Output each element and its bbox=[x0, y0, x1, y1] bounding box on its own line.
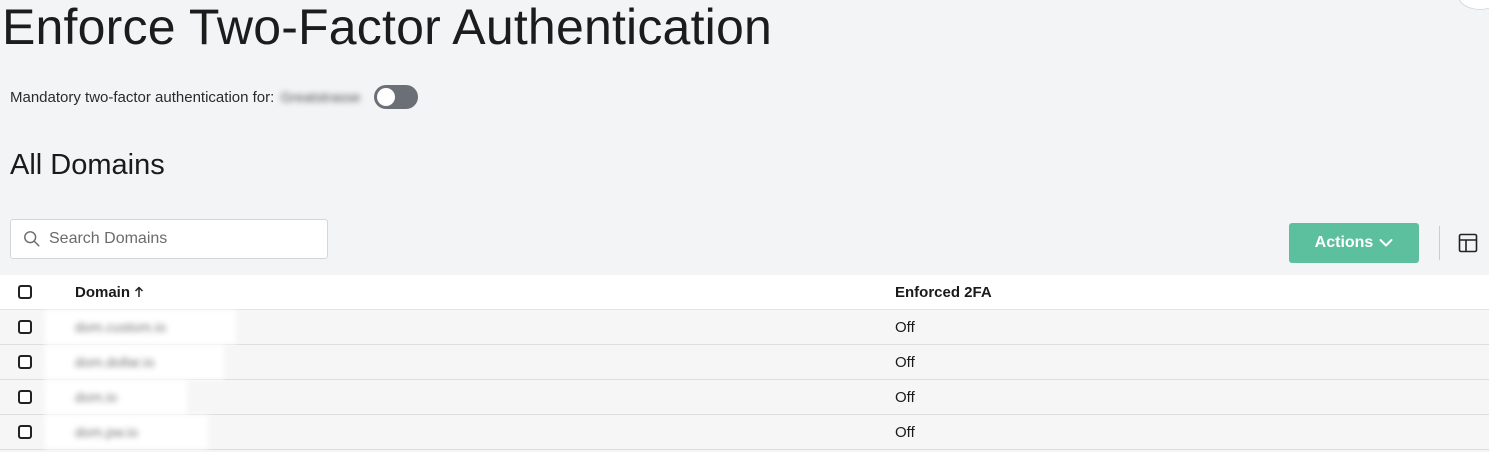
domain-name: dom.io bbox=[45, 380, 188, 414]
domain-cell: dom.pw.io bbox=[45, 415, 895, 449]
domain-name: dom.pw.io bbox=[45, 415, 209, 449]
mandatory-2fa-toggle[interactable] bbox=[374, 85, 419, 109]
organization-name: Greatstrasse bbox=[280, 89, 361, 105]
enforced-cell: Off bbox=[895, 318, 915, 336]
enforced-cell: Off bbox=[895, 423, 915, 441]
enforced-cell: Off bbox=[895, 353, 915, 371]
mandatory-2fa-label: Mandatory two-factor authentication for: bbox=[10, 88, 275, 106]
corner-control[interactable] bbox=[1457, 0, 1489, 10]
domain-cell: dom.io bbox=[45, 380, 895, 414]
toolbar-divider bbox=[1439, 226, 1440, 260]
section-heading-all-domains: All Domains bbox=[10, 149, 165, 181]
table-columns-icon[interactable] bbox=[1458, 233, 1478, 253]
enforced-column-header[interactable]: Enforced 2FA bbox=[895, 284, 992, 301]
enforced-cell: Off bbox=[895, 388, 915, 406]
page-title: Enforce Two-Factor Authentication bbox=[2, 0, 772, 55]
row-checkbox[interactable] bbox=[18, 320, 32, 334]
mandatory-2fa-row: Mandatory two-factor authentication for:… bbox=[10, 84, 419, 110]
search-input[interactable] bbox=[47, 229, 311, 249]
actions-button-label: Actions bbox=[1314, 234, 1374, 251]
table-row[interactable]: dom.io Off bbox=[0, 380, 1489, 415]
table-row[interactable]: dom.dollar.io Off bbox=[0, 345, 1489, 380]
chevron-down-icon bbox=[1379, 239, 1393, 247]
row-checkbox[interactable] bbox=[18, 390, 32, 404]
row-checkbox[interactable] bbox=[18, 355, 32, 369]
select-all-checkbox[interactable] bbox=[18, 285, 32, 299]
toggle-knob bbox=[377, 88, 396, 106]
domain-name: dom.dollar.io bbox=[45, 345, 225, 379]
table-header-row: Domain Enforced 2FA bbox=[0, 275, 1489, 310]
domain-cell: dom.dollar.io bbox=[45, 345, 895, 379]
row-checkbox[interactable] bbox=[18, 425, 32, 439]
search-box[interactable] bbox=[10, 219, 328, 259]
domain-column-label: Domain bbox=[75, 283, 131, 301]
actions-button[interactable]: Actions bbox=[1289, 223, 1419, 263]
domains-table: Domain Enforced 2FA dom.custom.io Off do… bbox=[0, 275, 1489, 450]
arrow-up-icon bbox=[134, 286, 144, 297]
domain-cell: dom.custom.io bbox=[45, 310, 895, 344]
domain-name: dom.custom.io bbox=[45, 310, 237, 344]
domain-column-header[interactable]: Domain bbox=[75, 275, 895, 309]
header-checkbox-cell bbox=[0, 285, 75, 299]
enforced-column-label: Enforced 2FA bbox=[895, 283, 992, 301]
search-icon bbox=[24, 231, 40, 247]
table-row[interactable]: dom.pw.io Off bbox=[0, 415, 1489, 450]
table-row[interactable]: dom.custom.io Off bbox=[0, 310, 1489, 345]
